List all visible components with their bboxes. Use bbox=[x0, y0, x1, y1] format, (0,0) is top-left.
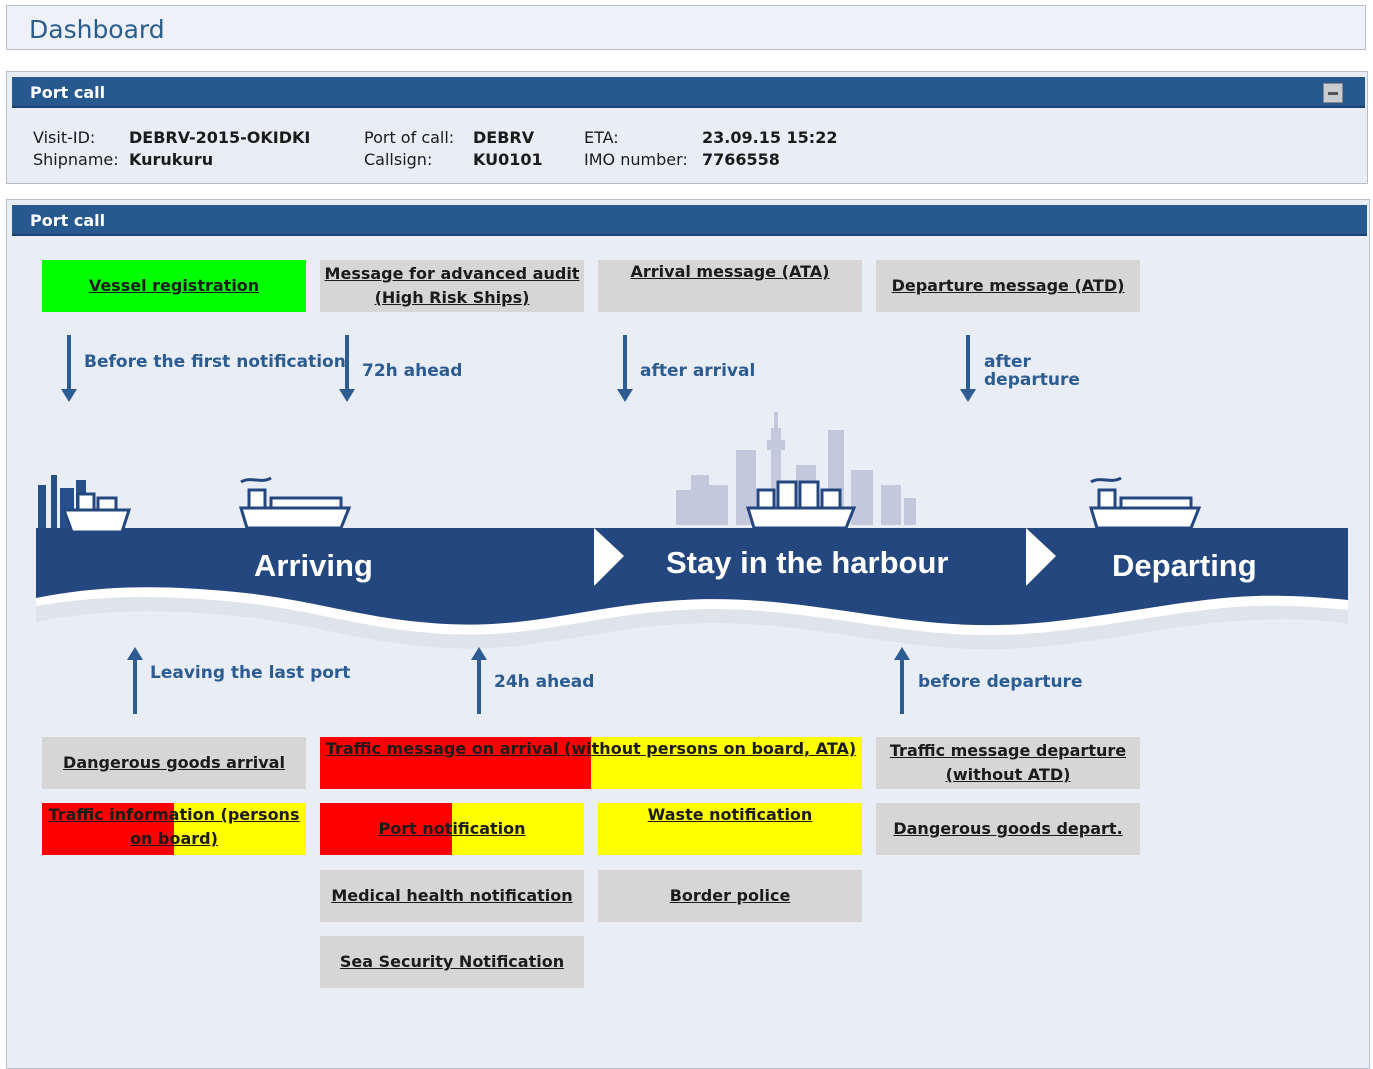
ship-icon bbox=[1088, 476, 1202, 530]
dangerous-goods-depart-link[interactable]: Dangerous goods depart. bbox=[889, 817, 1126, 841]
portcall-info-panel: Port call Visit-ID: DEBRV-2015-OKIDKI Sh… bbox=[6, 71, 1368, 184]
dangerous-goods-arrival-tile[interactable]: Dangerous goods arrival bbox=[42, 737, 306, 789]
traffic-message-arrival-link[interactable]: Traffic message on arrival (without pers… bbox=[322, 737, 860, 761]
waste-notification-tile[interactable]: Waste notification bbox=[598, 803, 862, 855]
traffic-information-tile[interactable]: Traffic information (persons on board) bbox=[42, 803, 306, 855]
departing-label: Departing bbox=[1112, 548, 1257, 583]
callsign-value: KU0101 bbox=[473, 150, 543, 169]
sea-security-link[interactable]: Sea Security Notification bbox=[336, 950, 568, 974]
advanced-audit-link[interactable]: Message for advanced audit (High Risk Sh… bbox=[320, 262, 584, 310]
port-notification-tile[interactable]: Port notification bbox=[320, 803, 584, 855]
shipname-label: Shipname: bbox=[33, 150, 119, 169]
72h-ahead-label: 72h ahead bbox=[362, 361, 463, 381]
arrival-message-tile[interactable]: Arrival message (ATA) bbox=[598, 260, 862, 312]
arrow-down-icon bbox=[61, 335, 77, 402]
dashboard-bar: Dashboard bbox=[6, 5, 1366, 50]
visit-id-label: Visit-ID: bbox=[33, 128, 96, 147]
vessel-registration-link[interactable]: Vessel registration bbox=[85, 274, 263, 298]
page-title: Dashboard bbox=[29, 15, 165, 44]
port-label: Port of call: bbox=[364, 128, 455, 147]
arrow-down-icon bbox=[617, 335, 633, 402]
dangerous-goods-arrival-link[interactable]: Dangerous goods arrival bbox=[59, 751, 289, 775]
medical-health-tile[interactable]: Medical health notification bbox=[320, 870, 584, 922]
after-departure-label: after departure bbox=[984, 352, 1080, 390]
vessel-registration-tile[interactable]: Vessel registration bbox=[42, 260, 306, 312]
visit-id-value: DEBRV-2015-OKIDKI bbox=[129, 128, 311, 147]
arrival-message-link[interactable]: Arrival message (ATA) bbox=[627, 260, 834, 284]
eta-value: 23.09.15 15:22 bbox=[702, 128, 838, 147]
arrow-up-icon bbox=[127, 647, 143, 714]
dangerous-goods-depart-tile[interactable]: Dangerous goods depart. bbox=[876, 803, 1140, 855]
callsign-label: Callsign: bbox=[364, 150, 433, 169]
panel-title: Port call bbox=[30, 211, 106, 230]
border-police-tile[interactable]: Border police bbox=[598, 870, 862, 922]
ship-icon bbox=[238, 476, 352, 530]
collapse-icon[interactable] bbox=[1323, 83, 1343, 103]
traffic-information-link[interactable]: Traffic information (persons on board) bbox=[42, 803, 306, 851]
arrow-down-icon bbox=[960, 335, 976, 402]
port-notification-link[interactable]: Port notification bbox=[375, 817, 530, 841]
panel-header: Port call bbox=[12, 77, 1365, 108]
medical-health-link[interactable]: Medical health notification bbox=[327, 884, 576, 908]
panel-title: Port call bbox=[30, 83, 106, 102]
traffic-message-departure-link[interactable]: Traffic message departure (without ATD) bbox=[876, 739, 1140, 787]
24h-ahead-label: 24h ahead bbox=[494, 672, 595, 692]
traffic-message-departure-tile[interactable]: Traffic message departure (without ATD) bbox=[876, 737, 1140, 789]
departure-message-link[interactable]: Departure message (ATD) bbox=[888, 274, 1129, 298]
before-first-notification-label: Before the first notification bbox=[84, 352, 346, 372]
after-arrival-label: after arrival bbox=[640, 361, 756, 381]
advanced-audit-tile[interactable]: Message for advanced audit (High Risk Sh… bbox=[320, 260, 584, 312]
shipname-value: Kurukuru bbox=[129, 150, 214, 169]
stay-in-harbour-label: Stay in the harbour bbox=[666, 545, 949, 580]
before-departure-label: before departure bbox=[918, 672, 1083, 692]
waste-notification-link[interactable]: Waste notification bbox=[644, 803, 817, 827]
sea-security-tile[interactable]: Sea Security Notification bbox=[320, 936, 584, 988]
leaving-last-port-label: Leaving the last port bbox=[150, 663, 351, 683]
arrow-up-icon bbox=[471, 647, 487, 714]
arriving-label: Arriving bbox=[254, 548, 373, 583]
arrow-up-icon bbox=[894, 647, 910, 714]
imo-label: IMO number: bbox=[584, 150, 688, 169]
harbour-banner bbox=[36, 412, 1348, 650]
border-police-link[interactable]: Border police bbox=[666, 884, 795, 908]
port-value: DEBRV bbox=[473, 128, 535, 147]
arrow-down-icon bbox=[339, 335, 355, 402]
departure-message-tile[interactable]: Departure message (ATD) bbox=[876, 260, 1140, 312]
panel-header: Port call bbox=[12, 205, 1367, 236]
eta-label: ETA: bbox=[584, 128, 619, 147]
traffic-message-arrival-tile[interactable]: Traffic message on arrival (without pers… bbox=[320, 737, 862, 789]
ship-icon bbox=[745, 480, 857, 530]
imo-value: 7766558 bbox=[702, 150, 780, 169]
